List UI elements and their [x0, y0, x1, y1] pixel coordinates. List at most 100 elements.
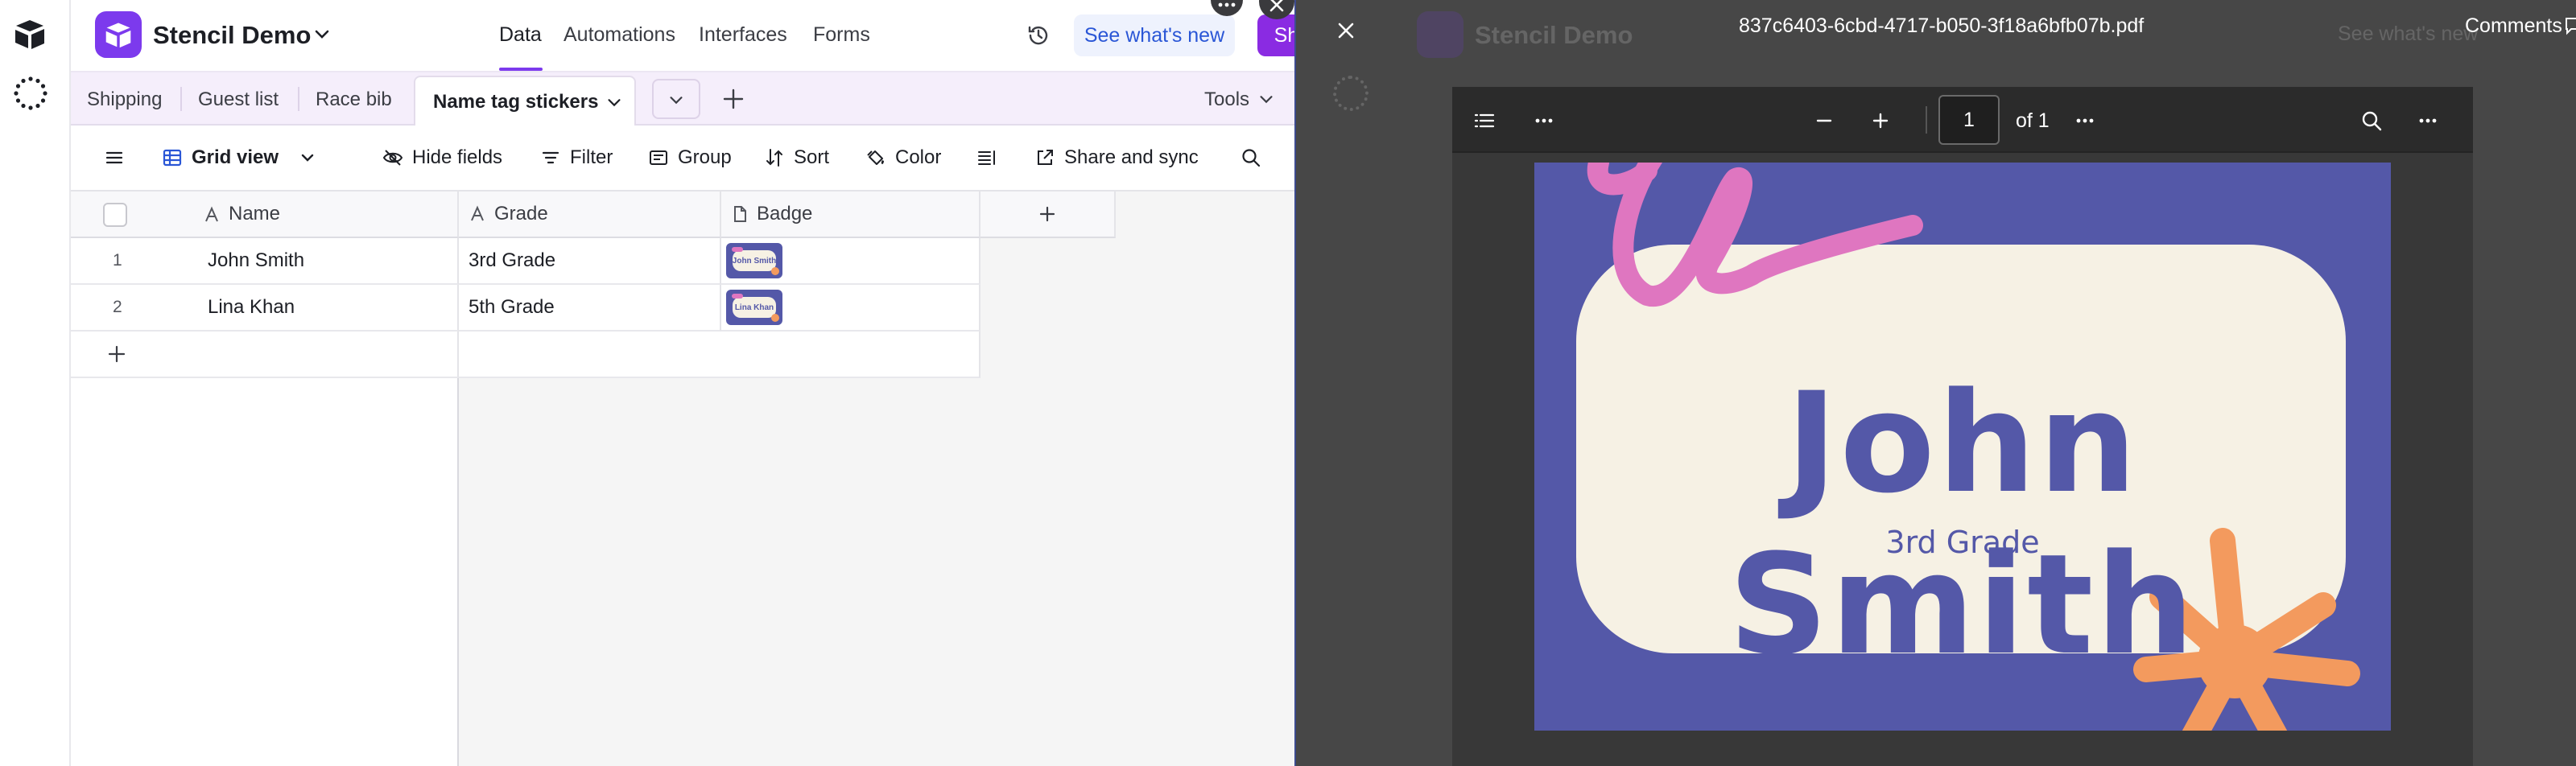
nav-tab-data[interactable]: Data	[499, 23, 542, 47]
share-button[interactable]: Share	[1257, 14, 1294, 56]
add-table-icon[interactable]	[720, 85, 747, 113]
cell-badge[interactable]: John Smith	[721, 238, 980, 285]
zoom-out-icon[interactable]	[1811, 108, 1837, 134]
all-tables-button[interactable]	[652, 79, 700, 119]
sort-button[interactable]: Sort	[763, 145, 829, 171]
thumbnail-label: John Smith	[733, 250, 776, 271]
badge-grade-text: 3rd Grade	[1885, 525, 2040, 560]
column-header-badge[interactable]: Badge	[721, 192, 980, 238]
views-sidebar-toggle[interactable]	[103, 145, 126, 171]
chevron-down-icon[interactable]	[1257, 90, 1275, 108]
row-height-button[interactable]	[976, 145, 998, 171]
row-number: 2	[113, 298, 122, 316]
add-record-row-fill[interactable]	[459, 332, 980, 378]
pdf-viewer: 1 of 1 John Smith 3rd Grade	[1452, 87, 2473, 766]
more-dots-icon[interactable]	[1531, 108, 1557, 134]
outline-list-icon[interactable]	[1472, 108, 1497, 134]
sort-icon	[766, 149, 782, 167]
record-more-button[interactable]	[1211, 0, 1243, 16]
cell-badge[interactable]: Lina Khan	[721, 285, 980, 332]
page-number-input[interactable]: 1	[1938, 95, 2000, 145]
close-icon[interactable]	[1333, 18, 1359, 43]
search-button[interactable]	[1240, 145, 1262, 171]
base-logo-icon	[105, 23, 131, 48]
overlay-edge	[1294, 0, 1296, 766]
base-name[interactable]: Stencil Demo	[153, 21, 311, 50]
nav-tab-interfaces[interactable]: Interfaces	[699, 23, 787, 47]
base-app: Stencil Demo Data Automations Interfaces…	[71, 0, 1294, 766]
group-button[interactable]: Group	[647, 145, 732, 171]
left-rail	[0, 0, 71, 766]
share-and-sync-label: Share and sync	[1064, 146, 1199, 168]
toolbar-divider	[1926, 106, 1927, 134]
zoom-in-icon[interactable]	[1868, 108, 1893, 134]
chevron-down-icon	[670, 97, 683, 105]
paint-bucket-icon	[867, 150, 884, 165]
cell-grade-text: 3rd Grade	[469, 249, 556, 271]
column-name-label: Name	[229, 203, 281, 224]
hide-fields-label: Hide fields	[412, 146, 503, 168]
cell-name[interactable]: John Smith	[208, 249, 304, 272]
table-tab-guest-list[interactable]: Guest list	[198, 89, 279, 111]
nav-tab-automations[interactable]: Automations	[564, 23, 675, 47]
table-tab-name-tag-stickers[interactable]: Name tag stickers	[414, 76, 636, 127]
filter-icon	[542, 151, 559, 164]
chevron-down-icon	[301, 154, 314, 162]
whats-new-button[interactable]: See what's new	[1074, 14, 1235, 56]
chevron-down-icon[interactable]	[312, 24, 332, 43]
color-button[interactable]: Color	[865, 145, 941, 171]
search-icon[interactable]	[2359, 108, 2384, 134]
attachment-thumbnail[interactable]: John Smith	[726, 243, 782, 278]
attachment-thumbnail[interactable]: Lina Khan	[726, 290, 782, 325]
table-row[interactable]: 1 John Smith	[71, 238, 459, 285]
more-dots-icon	[1218, 2, 1236, 7]
share-and-sync-button[interactable]: Share and sync	[1034, 145, 1199, 171]
base-icon[interactable]	[95, 11, 142, 58]
tools-menu[interactable]: Tools	[1204, 89, 1249, 111]
select-all-checkbox[interactable]	[103, 203, 127, 227]
view-switcher[interactable]: Grid view	[161, 145, 319, 171]
table-tab-race-bib[interactable]: Race bib	[316, 89, 392, 111]
grid-view-icon	[163, 149, 182, 167]
table-row[interactable]: 2 Lina Khan	[71, 285, 459, 332]
external-link-icon	[1038, 150, 1053, 165]
active-table-label: Name tag stickers	[433, 91, 599, 113]
thumbnail-star	[771, 267, 779, 275]
view-toolbar: Grid view Hide fields Filter Group Sort …	[71, 126, 1294, 192]
pdf-toolbar: 1 of 1	[1452, 87, 2473, 153]
eye-slash-icon	[382, 150, 403, 166]
nav-tab-forms[interactable]: Forms	[813, 23, 870, 47]
text-field-icon	[205, 206, 218, 222]
history-icon[interactable]	[1026, 23, 1051, 48]
page-count: of 1	[2016, 109, 2050, 132]
comments-toggle[interactable]: Comments	[2465, 14, 2562, 38]
hide-fields-button[interactable]: Hide fields	[382, 145, 502, 171]
chevron-down-icon[interactable]	[605, 93, 623, 111]
table-tab-shipping[interactable]: Shipping	[87, 89, 162, 111]
cell-name[interactable]: Lina Khan	[208, 296, 295, 319]
record-close-button[interactable]	[1259, 0, 1294, 19]
more-dots-icon[interactable]	[2072, 108, 2098, 134]
hamburger-icon	[105, 151, 123, 164]
cell-grade[interactable]: 3rd Grade	[459, 238, 721, 285]
grid-view: Name Grade Badge 1 John Smith 3rd Grade …	[71, 192, 1294, 766]
column-header-name[interactable]: Name	[71, 192, 459, 238]
thumbnail-label: Lina Khan	[733, 297, 776, 318]
add-record-row[interactable]	[71, 332, 459, 378]
thumbnail-squiggle	[732, 294, 743, 299]
filter-button[interactable]: Filter	[539, 145, 613, 171]
search-icon	[1242, 149, 1261, 167]
cell-grade[interactable]: 5th Grade	[459, 285, 721, 332]
airtable-logo-icon[interactable]	[13, 18, 47, 50]
plus-icon	[108, 345, 126, 363]
table-tabs-bar: Shipping Guest list Race bib Name tag st…	[71, 71, 1294, 127]
add-field-button[interactable]	[980, 192, 1116, 238]
cell-grade-text: 5th Grade	[469, 296, 555, 318]
column-header-grade[interactable]: Grade	[459, 192, 721, 238]
color-label: Color	[895, 146, 942, 168]
top-bar: Stencil Demo Data Automations Interfaces…	[71, 0, 1294, 71]
more-dots-icon[interactable]	[2415, 108, 2441, 134]
attachment-file-icon	[734, 206, 746, 222]
text-field-icon	[471, 205, 484, 221]
comment-icon[interactable]	[2565, 16, 2576, 35]
